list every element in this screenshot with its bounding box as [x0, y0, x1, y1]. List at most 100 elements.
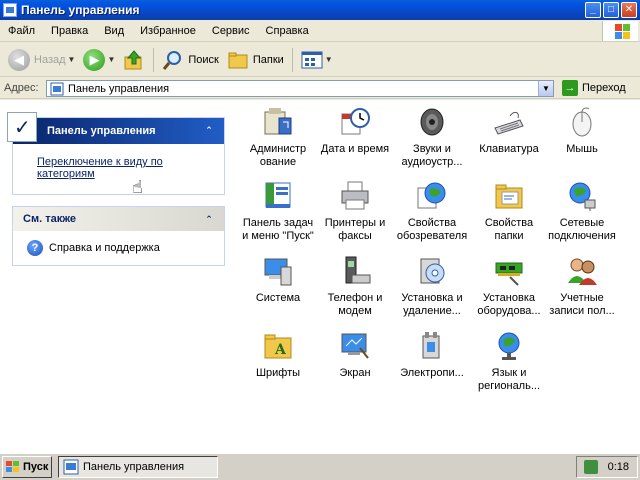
item-label-line1: Язык и [491, 367, 527, 379]
item-printers-faxes[interactable]: Принтеры и факсы [317, 180, 393, 243]
item-label-line1: Учетные [560, 292, 604, 304]
item-internet-options[interactable]: Свойства обозревателя [394, 180, 470, 243]
window-title: Панель управления [21, 3, 140, 17]
item-label-line1: Свойства [407, 217, 457, 229]
item-label-line2: оборудова... [477, 305, 541, 317]
system-icon [261, 255, 295, 287]
svg-text:A: A [274, 342, 287, 358]
panel-title: Панель управления [47, 125, 156, 137]
item-label-line1: Установка и [401, 292, 463, 304]
minimize-button[interactable]: _ [585, 2, 601, 18]
maximize-button[interactable]: □ [603, 2, 619, 18]
printers-icon [338, 180, 372, 212]
item-system[interactable]: Система [240, 255, 316, 305]
menu-view[interactable]: Вид [96, 25, 132, 37]
item-sounds[interactable]: Звуки и аудиоустр... [394, 106, 470, 169]
menu-tools[interactable]: Сервис [204, 25, 258, 37]
item-add-hardware[interactable]: Установка оборудова... [471, 255, 547, 318]
item-network-connections[interactable]: Сетевые подключения [544, 180, 620, 243]
address-bar: Адрес: Панель управления ▼ → Переход [0, 78, 640, 99]
taskbar-window-button[interactable]: Панель управления [58, 456, 218, 478]
control-panel-icon [50, 82, 64, 95]
item-label-line1: Система [255, 292, 301, 304]
item-label-line2: и меню "Пуск" [242, 230, 314, 242]
go-arrow-icon: → [562, 80, 578, 96]
menu-help[interactable]: Справка [258, 25, 317, 37]
close-button[interactable]: ✕ [621, 2, 637, 18]
item-label-line1: Дата и время [320, 143, 390, 155]
item-add-remove-programs[interactable]: Установка и удаление... [394, 255, 470, 318]
item-folder-options[interactable]: Свойства папки [471, 180, 547, 243]
item-power-options[interactable]: Электропи... [394, 330, 470, 380]
item-admin-tools[interactable]: Администр ование [240, 106, 316, 169]
chevron-down-icon: ▼ [107, 55, 116, 64]
item-keyboard[interactable]: Клавиатура [471, 106, 547, 156]
windows-logo-icon [602, 21, 638, 41]
add-hardware-icon [492, 255, 526, 287]
item-mouse[interactable]: Мышь [544, 106, 620, 156]
views-button[interactable]: ▼ [297, 45, 337, 75]
panel-header[interactable]: См. также ⌃ [13, 207, 224, 231]
back-button[interactable]: ◀ Назад ▼ [4, 45, 79, 75]
forward-button[interactable]: ▶ ▼ [79, 45, 119, 75]
taskbar-icon [261, 180, 295, 212]
link-text-line2: категориям [37, 168, 95, 180]
address-input[interactable]: Панель управления ▼ [46, 80, 554, 97]
menu-favorites[interactable]: Избранное [132, 25, 204, 37]
internet-options-icon [415, 180, 449, 212]
views-icon [301, 51, 323, 68]
item-fonts[interactable]: A Шрифты [240, 330, 316, 380]
collapse-chevron-icon[interactable]: ⌃ [202, 123, 216, 137]
item-label-line1: Сетевые [559, 217, 605, 229]
task-pane: Панель управления ⌃ Переключение к виду … [0, 100, 236, 452]
help-support-link[interactable]: ? Справка и поддержка [13, 231, 224, 265]
system-tray: 0:18 [576, 456, 638, 478]
item-label-line1: Принтеры и [324, 217, 386, 229]
up-button[interactable] [119, 45, 149, 75]
item-taskbar-start[interactable]: Панель задач и меню "Пуск" [240, 180, 316, 243]
power-icon [415, 330, 449, 362]
add-remove-icon [415, 255, 449, 287]
item-label-line1: Телефон и [327, 292, 383, 304]
folders-button[interactable]: Папки [223, 45, 288, 75]
help-label: Справка и поддержка [49, 242, 160, 254]
keyboard-icon [492, 106, 526, 138]
windows-flag-icon [6, 461, 20, 473]
item-phone-modem[interactable]: Телефон и модем [317, 255, 393, 318]
address-dropdown-button[interactable]: ▼ [538, 81, 553, 96]
item-label-line2: обозревателя [396, 230, 468, 242]
taskbar-window-label: Панель управления [83, 461, 185, 473]
main-area: Панель управления ⌃ Переключение к виду … [0, 100, 640, 452]
item-label-line2: удаление... [403, 305, 461, 317]
item-label-line2: факсы [338, 230, 372, 242]
item-label-line2: записи пол... [549, 305, 615, 317]
search-icon [163, 50, 182, 70]
start-button[interactable]: Пуск [2, 456, 52, 478]
menu-file[interactable]: Файл [0, 25, 43, 37]
tray-network-icon[interactable] [583, 460, 598, 474]
control-panel-check-icon [7, 112, 37, 142]
address-label: Адрес: [4, 82, 39, 94]
switch-to-category-view-link[interactable]: Переключение к виду по категориям [37, 156, 214, 180]
toolbar-separator [291, 47, 293, 72]
item-display[interactable]: Экран [317, 330, 393, 380]
item-date-time[interactable]: Дата и время [317, 106, 393, 156]
item-regional-options[interactable]: Язык и региональ... [471, 330, 547, 393]
hand-cursor-icon: ☝ [132, 177, 143, 197]
see-also-panel: См. также ⌃ ? Справка и поддержка [12, 206, 225, 266]
phone-modem-icon [338, 255, 372, 287]
start-label: Пуск [23, 461, 49, 473]
item-label-line1: Панель задач [242, 217, 314, 229]
forward-arrow-icon: ▶ [83, 48, 106, 71]
panel-header[interactable]: Панель управления ⌃ [7, 112, 224, 144]
go-button[interactable]: → Переход [562, 80, 626, 96]
regional-icon [492, 330, 526, 362]
folder-up-icon [124, 49, 142, 69]
item-user-accounts[interactable]: Учетные записи пол... [544, 255, 620, 318]
search-button[interactable]: Поиск [158, 45, 222, 75]
panel-title: См. также [23, 213, 76, 225]
control-panel-icon [63, 459, 79, 475]
menu-edit[interactable]: Правка [43, 25, 96, 37]
collapse-chevron-icon[interactable]: ⌃ [202, 212, 216, 226]
clock[interactable]: 0:18 [608, 461, 629, 473]
